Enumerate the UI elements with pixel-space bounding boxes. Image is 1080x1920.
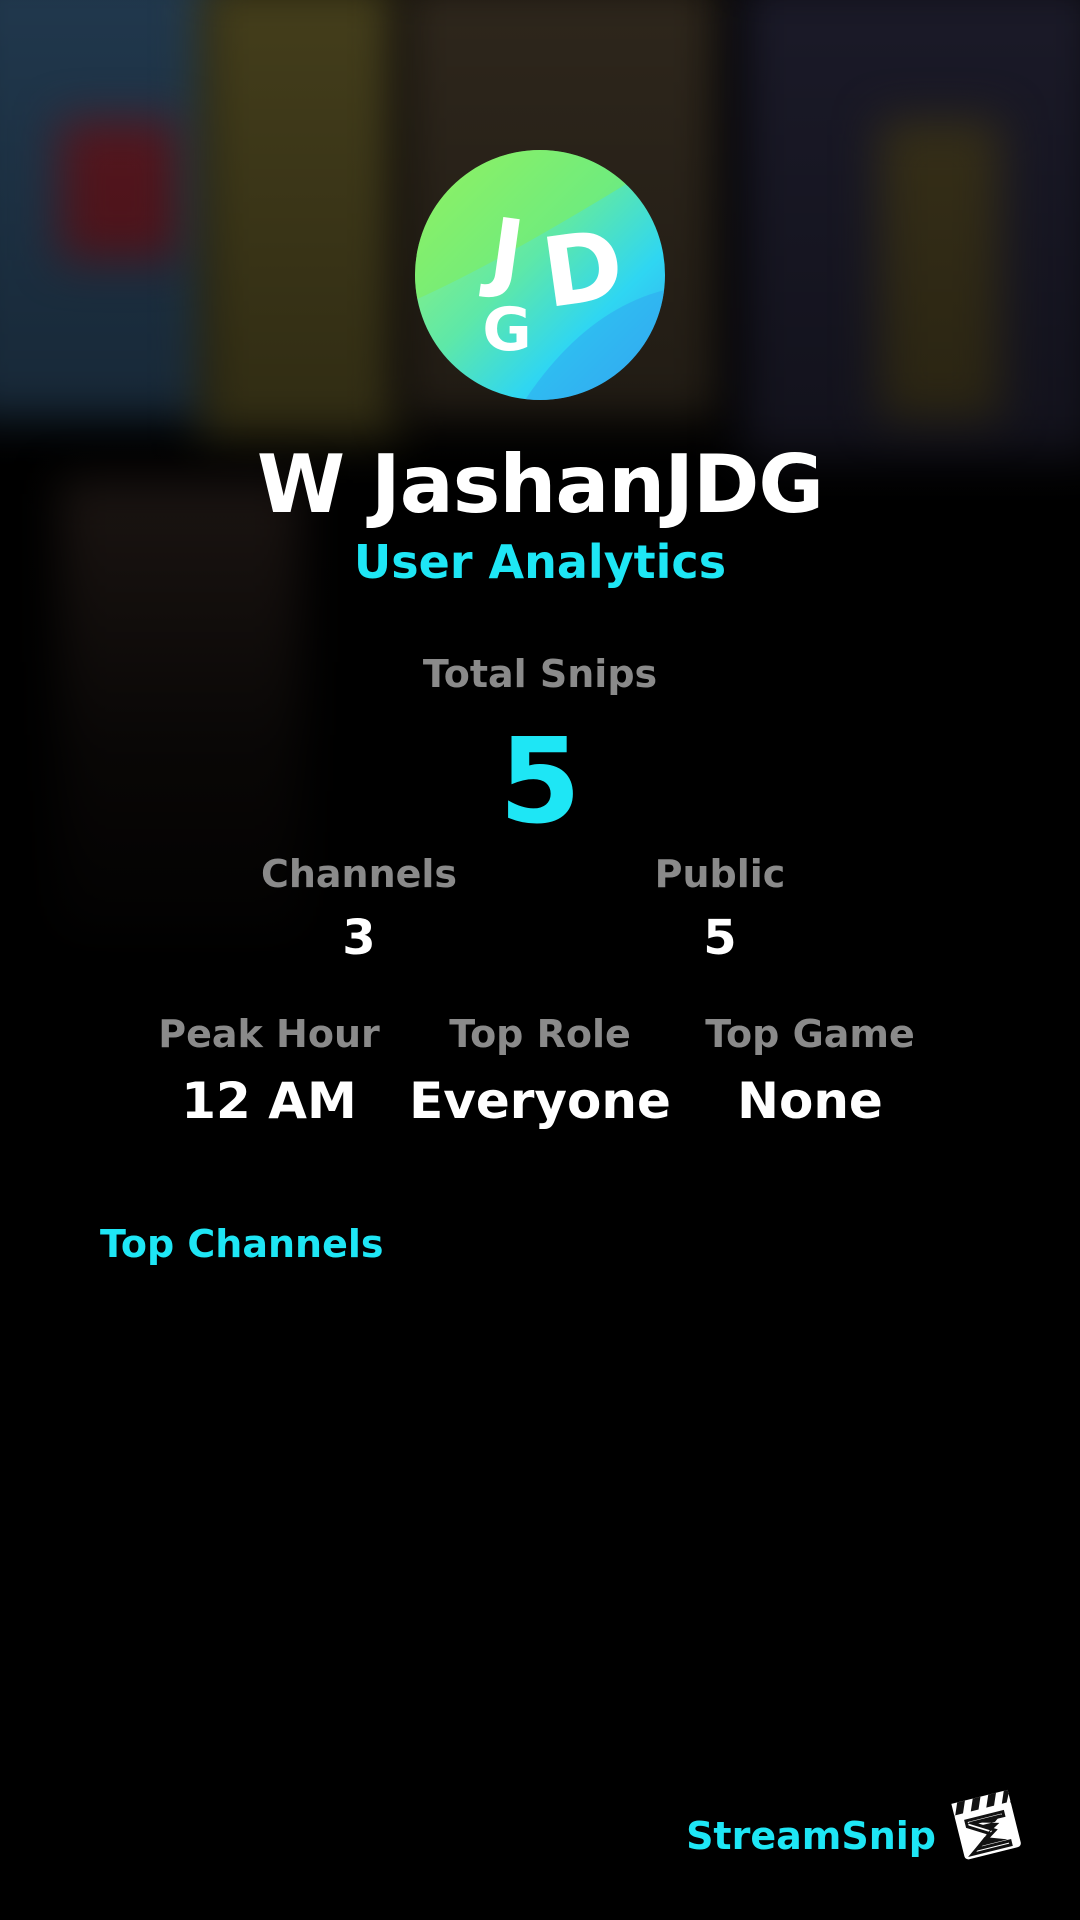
username: W JashanJDG: [256, 438, 824, 531]
brand-name: StreamSnip: [686, 1814, 936, 1858]
total-snips-label: Total Snips: [422, 652, 658, 696]
public-value: 5: [703, 910, 737, 966]
avatar-letter-g: G: [482, 295, 531, 365]
clapperboard-logo-icon: [948, 1788, 1026, 1866]
total-snips-value: 5: [498, 712, 582, 850]
peak-hour-label: Peak Hour: [158, 1012, 380, 1056]
avatar-letter-d: D: [536, 208, 630, 330]
page-subtitle: User Analytics: [353, 535, 727, 589]
top-role-label: Top Role: [449, 1012, 631, 1056]
user-avatar: J D G: [415, 150, 665, 400]
channels-label: Channels: [260, 852, 458, 896]
analytics-card: J D G W JashanJDG User Analytics Total S…: [0, 0, 1080, 1920]
public-label: Public: [654, 852, 786, 896]
top-role-value: Everyone: [409, 1072, 671, 1130]
top-game-value: None: [737, 1072, 883, 1130]
top-channels-heading: Top Channels: [100, 1222, 384, 1266]
channels-value: 3: [342, 910, 376, 966]
avatar-image: J D G: [415, 150, 665, 400]
peak-hour-value: 12 AM: [181, 1072, 357, 1130]
top-game-label: Top Game: [705, 1012, 915, 1056]
